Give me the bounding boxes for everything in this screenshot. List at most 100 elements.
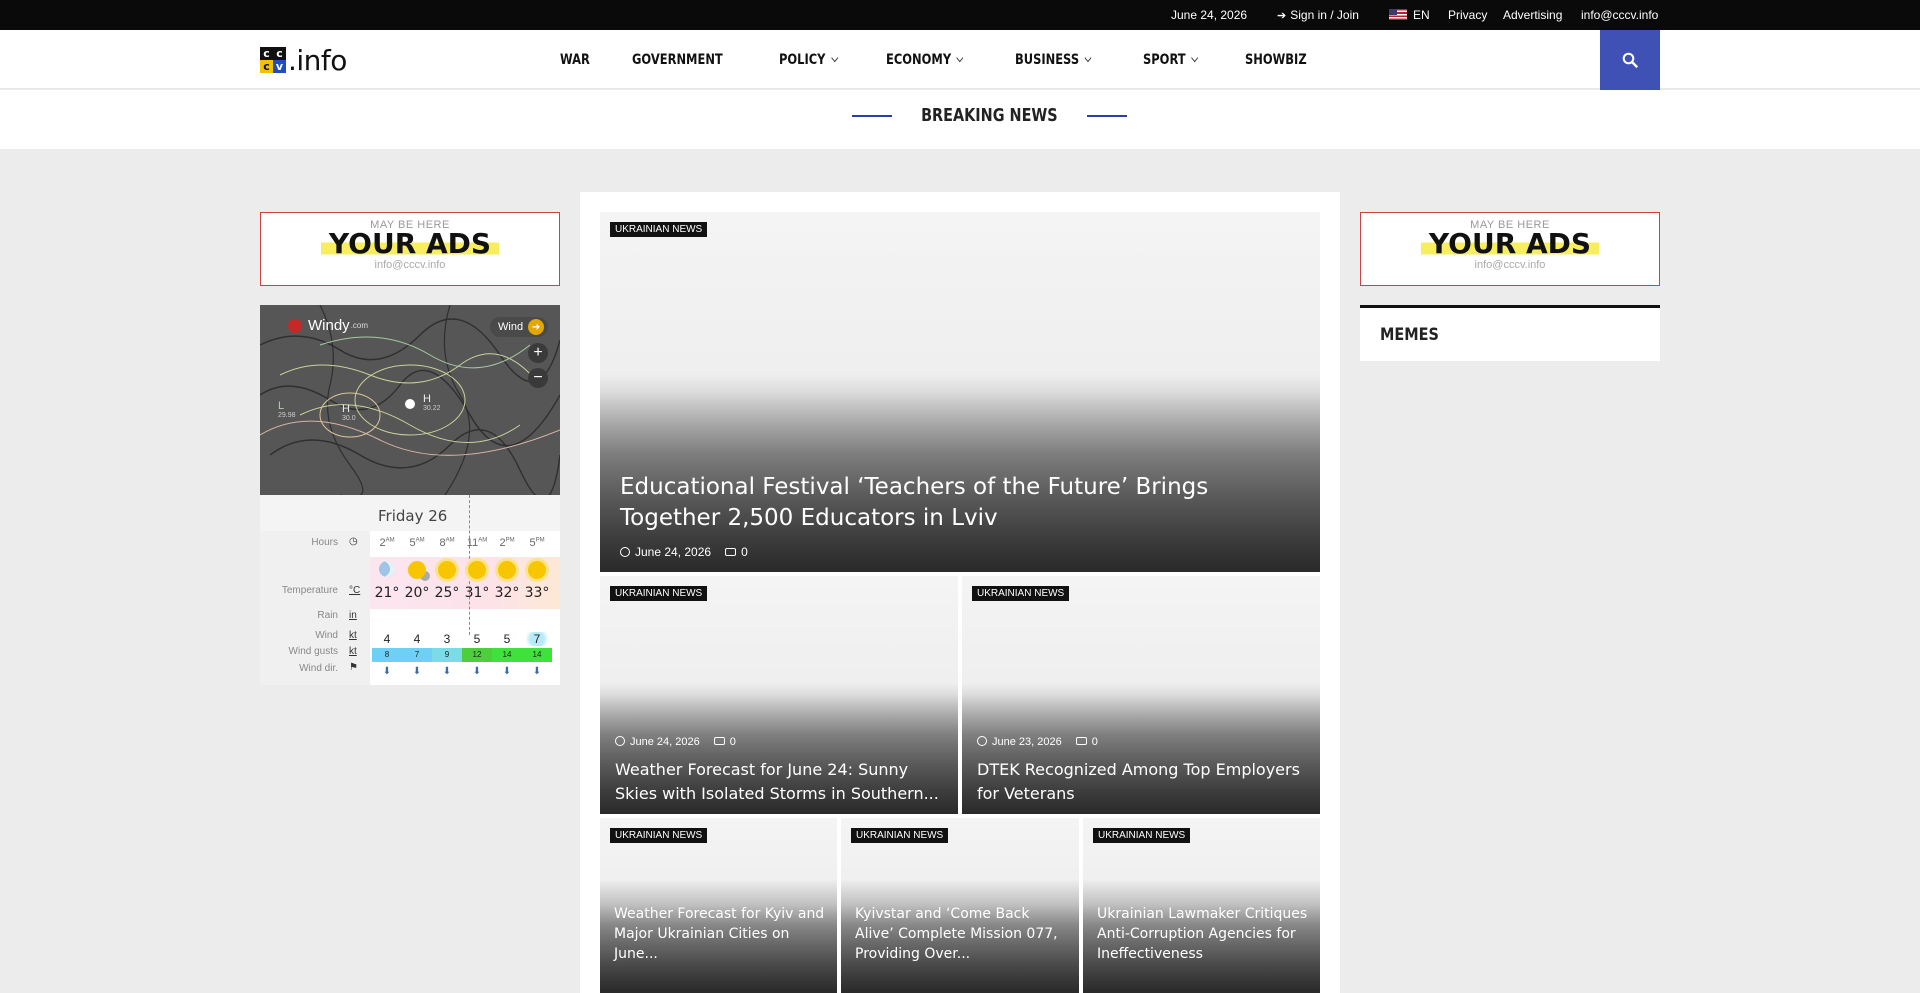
forecast-temperature: 20°: [404, 585, 430, 601]
article-card[interactable]: UKRAINIAN NEWS Kyivstar and ‘Come Back A…: [841, 818, 1079, 993]
forecast-gust: 14: [492, 648, 522, 662]
wind-direction-arrow-icon: ⬇: [382, 666, 392, 677]
forecast-hour: 2AM: [379, 537, 395, 549]
nav-item-showbiz[interactable]: SHOWBIZ: [1245, 52, 1307, 68]
chevron-down-icon: [1191, 53, 1199, 62]
forecast-day: Friday 26: [378, 507, 448, 525]
nav-item-business[interactable]: BUSINESS: [1015, 52, 1092, 68]
forecast-wind: 5: [503, 632, 511, 646]
pressure-high-2: H 30.22: [423, 393, 441, 412]
forecast-wind: 7: [522, 632, 552, 646]
sign-in-link[interactable]: ➔ Sign in / Join: [1277, 8, 1359, 22]
wind-direction-arrow-icon: ⬇: [412, 666, 422, 677]
heading-line-right: [1086, 114, 1127, 117]
windy-logo-icon: [288, 318, 302, 333]
nav-item-economy[interactable]: ECONOMY: [886, 52, 964, 68]
clock-icon: ◷: [349, 536, 358, 547]
wind-direction-arrow-icon: ⬇: [442, 666, 452, 677]
category-tag[interactable]: UKRAINIAN NEWS: [610, 828, 708, 843]
forecast-temperature: 32°: [494, 585, 520, 601]
article-card[interactable]: UKRAINIAN NEWS June 23, 2026 0 DTEK Recog…: [962, 576, 1320, 814]
advertising-link[interactable]: Advertising: [1503, 8, 1562, 22]
article-card[interactable]: UKRAINIAN NEWS June 24, 2026 0 Weather Fo…: [600, 576, 958, 814]
category-tag[interactable]: UKRAINIAN NEWS: [972, 586, 1070, 601]
nav-item-government[interactable]: GOVERNMENT: [632, 52, 723, 68]
category-tag[interactable]: UKRAINIAN NEWS: [1093, 828, 1191, 843]
category-tag[interactable]: UKRAINIAN NEWS: [610, 586, 708, 601]
forecast-wind: 4: [413, 632, 421, 646]
memes-widget: MEMES: [1360, 305, 1660, 361]
comment-count[interactable]: 0: [741, 545, 748, 559]
wind-direction-arrow-icon: ⬇: [532, 666, 542, 677]
weather-icon-cell: [372, 561, 402, 582]
article-title[interactable]: Kyivstar and ‘Come Back Alive’ Complete …: [855, 904, 1070, 964]
forecast-hour: 5AM: [409, 537, 425, 549]
category-tag[interactable]: UKRAINIAN NEWS: [610, 222, 708, 237]
article-card[interactable]: UKRAINIAN NEWS Weather Forecast for Kyiv…: [600, 818, 837, 993]
clock-icon: [977, 736, 987, 746]
article-title[interactable]: Weather Forecast for June 24: Sunny Skie…: [615, 758, 950, 806]
weather-icon-cell: [522, 561, 552, 584]
comment-icon: [1075, 737, 1087, 745]
temperature-label: Temperature: [281, 585, 338, 596]
privacy-link[interactable]: Privacy: [1448, 8, 1487, 22]
article-meta: June 24, 2026 0: [620, 545, 748, 559]
heading-line-left: [852, 114, 892, 117]
sun-icon: [528, 561, 546, 579]
forecast-temperature: 31°: [464, 585, 490, 601]
article-date: June 24, 2026: [630, 736, 700, 748]
forecast-temperature: 25°: [434, 585, 460, 601]
gusts-unit[interactable]: kt: [349, 646, 357, 657]
ad-email-text: info@cccv.info: [374, 259, 446, 271]
nav-item-sport[interactable]: SPORT: [1143, 52, 1199, 68]
nav-item-policy[interactable]: POLICY: [779, 52, 839, 68]
featured-article-card[interactable]: UKRAINIAN NEWS Educational Festival ‘Tea…: [600, 212, 1320, 572]
windy-logo[interactable]: Windy .com: [288, 317, 368, 334]
article-card[interactable]: UKRAINIAN NEWS Ukrainian Lawmaker Critiq…: [1083, 818, 1320, 993]
wind-layer-button[interactable]: Wind ➔: [490, 317, 549, 337]
article-title[interactable]: DTEK Recognized Among Top Employers for …: [977, 758, 1312, 806]
article-title[interactable]: Weather Forecast for Kyiv and Major Ukra…: [614, 904, 829, 964]
site-logo[interactable]: cccv .info: [260, 44, 347, 77]
windy-weather-widget[interactable]: Windy .com Wind ➔ + − L 29.98 H 30.0 H 30.22 …: [260, 305, 560, 685]
weather-icon-cell: [432, 561, 462, 584]
forecast-hour: 11AM: [466, 537, 488, 549]
forecast-wind: 4: [383, 632, 391, 646]
zoom-out-button[interactable]: −: [528, 368, 548, 388]
nav-item-war[interactable]: WAR: [560, 52, 590, 68]
forecast-gust: 8: [372, 648, 402, 662]
current-date: June 24, 2026: [1171, 8, 1248, 22]
featured-article-title[interactable]: Educational Festival ‘Teachers of the Fu…: [620, 472, 1310, 534]
article-title[interactable]: Ukrainian Lawmaker Critiques Anti-Corrup…: [1097, 904, 1312, 964]
wind-arrow-icon: ➔: [528, 319, 545, 335]
sign-in-icon: ➔: [1277, 10, 1287, 22]
forecast-hour: 2PM: [499, 537, 515, 549]
chevron-down-icon: [1084, 53, 1092, 62]
sun-icon: [498, 561, 516, 579]
email-link[interactable]: info@cccv.info: [1581, 8, 1658, 22]
temperature-unit[interactable]: °C: [349, 585, 360, 596]
main-nav: WAR GOVERNMENT POLICY ECONOMY BUSINESS SPORT S…: [560, 30, 1357, 89]
breaking-news-title: BREAKING NEWS: [921, 105, 1058, 126]
us-flag-icon: [1389, 9, 1407, 20]
language-selector[interactable]: EN: [1389, 8, 1430, 22]
comment-count[interactable]: 0: [1092, 736, 1098, 748]
search-button[interactable]: [1600, 30, 1660, 90]
ad-email-text: info@cccv.info: [1474, 259, 1546, 271]
comment-count[interactable]: 0: [730, 736, 736, 748]
right-ad-banner[interactable]: MAY BE HERE YOUR ADS info@cccv.info: [1360, 212, 1660, 286]
category-tag[interactable]: UKRAINIAN NEWS: [851, 828, 949, 843]
weather-map[interactable]: Windy .com Wind ➔ + − L 29.98 H 30.0 H 30.22: [260, 305, 560, 495]
sun-cloud-icon: [408, 561, 426, 579]
zoom-in-button[interactable]: +: [528, 343, 548, 363]
forecast-wind: 5: [473, 632, 481, 646]
sign-in-label: Sign in / Join: [1290, 8, 1359, 22]
wind-unit[interactable]: kt: [349, 630, 357, 641]
left-ad-banner[interactable]: MAY BE HERE YOUR ADS info@cccv.info: [260, 212, 560, 286]
moon-icon: [379, 561, 395, 577]
clock-icon: [620, 547, 630, 557]
forecast-gust: 7: [402, 648, 432, 662]
ad-main-text: YOUR ADS: [320, 230, 500, 258]
rain-unit[interactable]: in: [349, 610, 357, 621]
forecast-wind: 3: [443, 632, 451, 646]
